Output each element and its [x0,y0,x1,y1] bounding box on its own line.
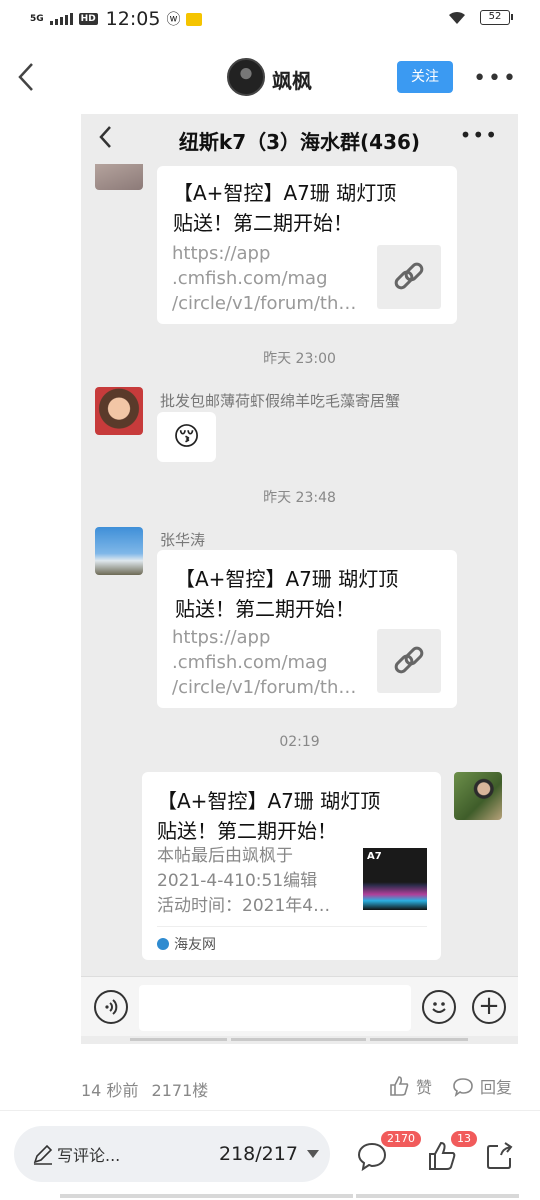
status-right: 52 [448,10,513,25]
post-image[interactable]: 纽斯k7（3）海水群(436) ••• 【A+智控】A7珊 瑚灯顶 贴送！第二期… [81,114,518,1044]
panel-divider [231,1038,366,1041]
link-message: 【A+智控】A7珊 瑚灯顶 贴送！第二期开始！ https://app .cmf… [157,550,457,708]
notification-icon [186,12,203,26]
post-floor: 2171楼 [151,1081,209,1100]
source-logo-icon [157,938,169,950]
reply-button[interactable]: 回复 [452,1074,512,1098]
like-button[interactable]: 赞 [388,1074,432,1098]
like-label: 赞 [416,1078,433,1097]
link-url: https://app .cmfish.com/mag /circle/v1/f… [172,243,357,314]
plus-icon: + [472,990,506,1024]
voice-icon [94,990,128,1024]
like-count-badge: 13 [451,1131,477,1147]
sender-name: 张华涛 [160,531,206,549]
home-indicator [356,1194,519,1198]
signal-icon [49,13,73,25]
card-title: 【A+智控】A7珊 瑚灯顶 贴送！第二期开始！ [157,789,381,843]
avatar [95,527,143,575]
status-left: 5G HD 12:05 ⓦ [30,8,203,30]
panel-divider [130,1038,227,1041]
chat-timestamp: 昨天 23:48 [263,490,336,506]
avatar [95,387,143,435]
emoji-message: 😚 [157,412,216,462]
chat-header: 纽斯k7（3）海水群(436) ••• [81,114,518,162]
comment-input[interactable]: 写评论... 218/217 [14,1126,330,1182]
battery-icon: 52 [480,10,513,25]
more-options-icon[interactable]: ••• [473,66,518,91]
author-avatar[interactable] [227,58,265,96]
link-title: 【A+智控】A7珊 瑚灯顶 贴送！第二期开始！ [173,181,397,235]
reply-label: 回复 [480,1078,513,1097]
link-icon [377,629,441,693]
post-meta: 14 秒前 2171楼 [81,1077,216,1101]
follow-button[interactable]: 关注 [397,61,453,93]
chat-timestamp: 昨天 23:00 [263,351,336,367]
chevron-down-icon[interactable] [307,1150,319,1158]
emoji-icon [422,990,456,1024]
comment-placeholder: 写评论... [57,1146,121,1165]
comment-icon [453,1078,473,1097]
chat-title: 纽斯k7（3）海水群(436) [178,130,421,154]
divider [0,1110,540,1111]
card-source: 海友网 [157,934,216,954]
link-icon [377,245,441,309]
link-title: 【A+智控】A7珊 瑚灯顶 贴送！第二期开始！ [175,567,399,621]
post-time: 14 秒前 [81,1081,139,1100]
source-name: 海友网 [174,937,216,953]
thumb-up-icon [390,1076,409,1096]
card-divider [157,926,427,927]
card-message: 【A+智控】A7珊 瑚灯顶 贴送！第二期开始！ 本帖最后由飒枫于 2021-4-… [142,772,441,960]
sender-name: 批发包邮薄荷虾假绵羊吃毛藻寄居蟹 [160,392,401,410]
network-label: 5G [30,14,44,24]
card-thumbnail: A7 [363,848,427,910]
panel-divider [370,1038,468,1041]
weibo-icon: ⓦ [166,12,181,28]
page-indicator[interactable]: 218/217 [219,1143,298,1165]
status-time: 12:05 [105,8,161,30]
post-header: 飒枫 关注 ••• [0,50,540,106]
share-icon[interactable] [484,1140,516,1172]
avatar [454,772,502,820]
hd-label: HD [78,13,98,25]
chat-input [139,985,411,1031]
comment-count-badge: 2170 [381,1131,421,1147]
author-name[interactable]: 飒枫 [272,65,312,94]
pen-icon [33,1144,53,1165]
chat-input-bar: + [81,976,518,1036]
wifi-icon [449,11,465,24]
card-description: 本帖最后由飒枫于 2021-4-410:51编辑 活动时间：2021年4… [157,846,331,916]
status-bar: 5G HD 12:05 ⓦ 52 [0,0,540,42]
chat-timestamp: 02:19 [279,734,320,750]
back-button[interactable] [12,60,42,94]
chat-more-icon: ••• [459,123,498,147]
home-indicator [60,1194,353,1198]
link-message: 【A+智控】A7珊 瑚灯顶 贴送！第二期开始！ https://app .cmf… [157,166,457,324]
emoji: 😚 [172,422,201,452]
link-url: https://app .cmfish.com/mag /circle/v1/f… [172,627,357,698]
